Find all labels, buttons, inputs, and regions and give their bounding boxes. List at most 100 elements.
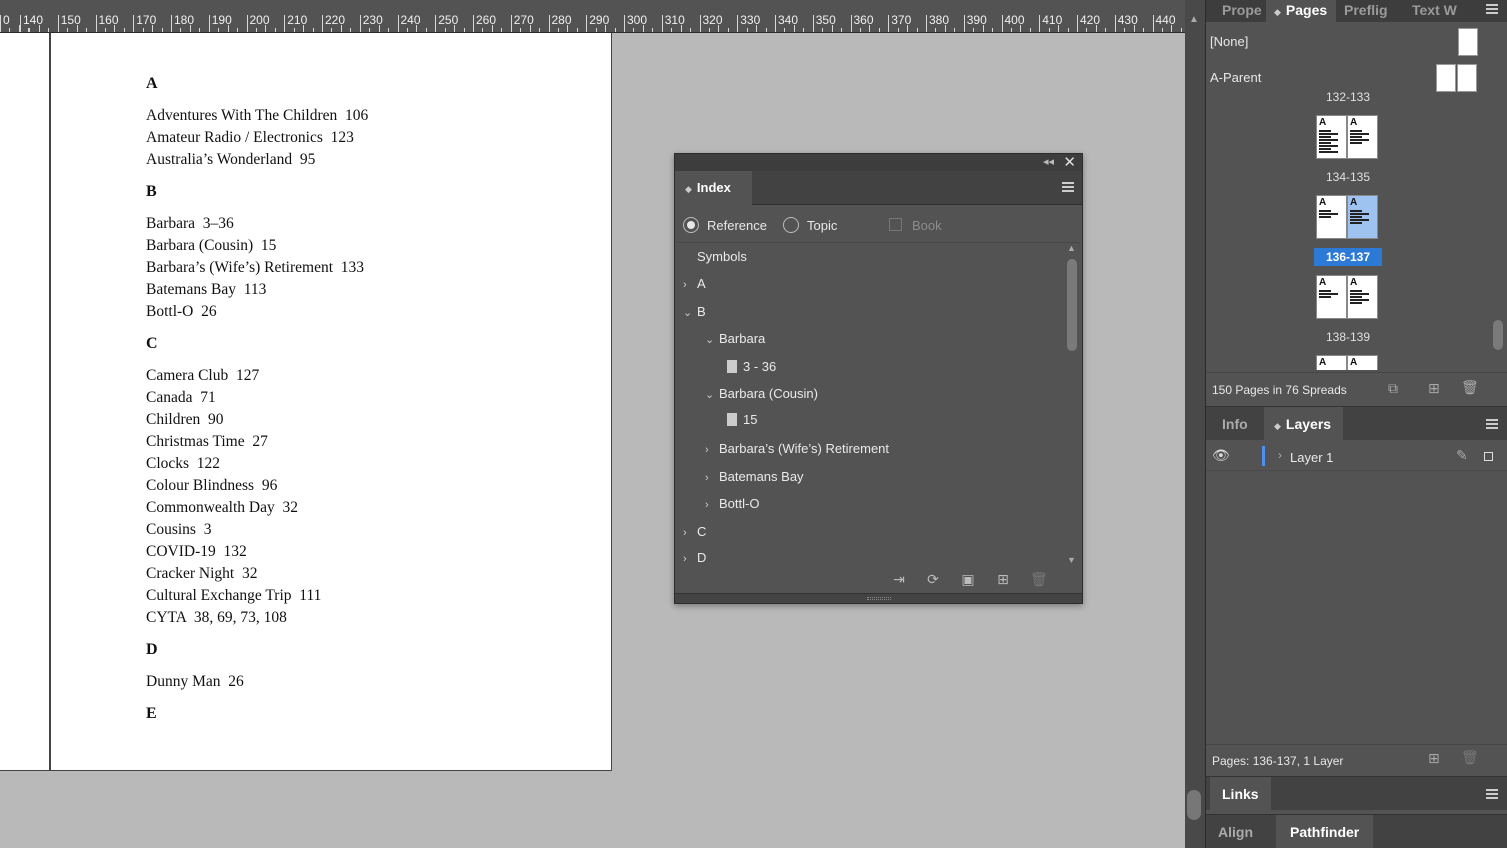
ruler-minor-tick	[1086, 28, 1088, 32]
page-thumbnail[interactable]: A	[1347, 195, 1378, 239]
layer-name[interactable]: Layer 1	[1290, 450, 1333, 465]
index-tree-row[interactable]: › C	[683, 522, 706, 542]
document-page[interactable]: A Adventures With The Children 106 Amateur…	[50, 33, 612, 771]
spread-thumbnail[interactable]: AA	[1316, 115, 1378, 159]
index-tree-row[interactable]: › A	[683, 274, 706, 294]
index-tree-row[interactable]: ⌄ Barbara	[705, 329, 765, 349]
spread-label[interactable]: 134-135	[1314, 168, 1382, 186]
tab-pathfinder[interactable]: Pathfinder	[1276, 815, 1374, 848]
expand-layer-chevron-icon[interactable]: ›	[1278, 448, 1282, 462]
pages-thumbnails-area[interactable]: 132-133 A A 134-135 A A 136-137 A A 138-139 A A	[1206, 92, 1507, 370]
ruler-minor-tick	[973, 28, 975, 32]
page-thumbnail[interactable]: A	[1316, 355, 1347, 370]
page-thumbnail[interactable]: A	[1316, 195, 1347, 239]
index-tree-row[interactable]: › Bottl-O	[705, 494, 759, 514]
chevron-right-icon[interactable]: ›	[705, 440, 719, 460]
spread-thumbnail-partial[interactable]: AA	[1316, 355, 1378, 370]
layers-panel-menu-icon[interactable]	[1486, 419, 1498, 429]
chevron-down-icon[interactable]: ⌄	[683, 303, 697, 323]
index-section-heading: E	[146, 705, 157, 722]
edit-page-size-icon[interactable]: ⧉	[1388, 380, 1398, 397]
ruler-minor-tick	[378, 25, 380, 32]
tab-align[interactable]: Align	[1206, 815, 1265, 848]
topic-radio[interactable]	[783, 217, 799, 233]
spread-label[interactable]: 138-139	[1314, 328, 1382, 346]
spread-label[interactable]: 136-137	[1314, 248, 1382, 266]
selection-square-icon[interactable]	[1484, 452, 1493, 461]
page-thumbnail[interactable]: A	[1347, 275, 1378, 319]
page-thumbnail[interactable]: A	[1347, 355, 1378, 370]
index-tree-row[interactable]: 15	[727, 410, 757, 430]
panel-menu-icon[interactable]	[1062, 182, 1074, 194]
chevron-right-icon[interactable]: ›	[705, 495, 719, 515]
scroll-up-arrow-icon[interactable]: ▲	[1189, 14, 1199, 25]
spread-label[interactable]: 132-133	[1314, 92, 1382, 106]
index-tree-row[interactable]: › Batemans Bay	[705, 467, 804, 487]
tab-pages-label: Pages	[1285, 2, 1328, 18]
index-tree-row[interactable]: › Barbara’s (Wife’s) Retirement	[705, 439, 889, 459]
pages-scroll-thumb[interactable]	[1493, 320, 1503, 350]
reference-radio[interactable]	[683, 217, 699, 233]
tab-index[interactable]: ◆ Index	[675, 171, 752, 205]
panel-title-bar[interactable]: ◂◂ ✕	[675, 154, 1082, 171]
tab-preflight[interactable]: Preflig	[1338, 0, 1402, 22]
index-tree-row[interactable]: ⌄ Barbara (Cousin)	[705, 384, 818, 404]
pen-icon[interactable]: ✎	[1456, 447, 1468, 464]
document-vertical-scrollbar[interactable]: ▲	[1185, 0, 1205, 848]
tab-links[interactable]: Links	[1210, 777, 1271, 811]
go-to-selected-marker-icon[interactable]: ⇥	[891, 571, 907, 587]
index-tree-row[interactable]: ⌄ B	[683, 302, 706, 322]
tab-layers[interactable]: ◆ Layers	[1264, 407, 1344, 441]
index-scroll-thumb[interactable]	[1067, 259, 1077, 351]
pages-panel-menu-icon[interactable]	[1486, 4, 1498, 14]
create-new-index-entry-icon[interactable]: ⊞	[995, 571, 1011, 587]
index-tree-row[interactable]: Symbols	[697, 247, 747, 267]
eye-visibility-icon[interactable]: 👁	[1212, 447, 1230, 464]
chevron-down-icon[interactable]: ⌄	[705, 385, 719, 405]
index-entries-list[interactable]: ▲ ▼ Symbols › A ⌄ B ⌄ Barbara 3 - 36 ⌄ Barbara (C…	[677, 242, 1081, 565]
links-panel-menu-icon[interactable]	[1486, 789, 1498, 799]
generate-index-icon[interactable]: ▣	[960, 571, 976, 587]
reference-radio-label[interactable]: Reference	[707, 218, 767, 233]
ruler-minor-tick	[869, 25, 871, 32]
page-thumbnail[interactable]: A	[1347, 115, 1378, 159]
delete-layer-icon[interactable]: 🗑	[1461, 749, 1479, 766]
chevron-down-icon[interactable]: ⌄	[705, 330, 719, 350]
tab-text-wrap[interactable]: Text W	[1408, 0, 1464, 22]
close-panel-icon[interactable]: ✕	[1063, 153, 1076, 171]
a-parent-row[interactable]: A-Parent	[1206, 62, 1507, 96]
spread-thumbnail[interactable]: AA	[1316, 195, 1378, 239]
index-tree-label: Symbols	[697, 249, 747, 264]
scroll-thumb[interactable]	[1187, 790, 1201, 820]
new-layer-icon[interactable]: ⊞	[1428, 750, 1440, 767]
spread-thumbnail[interactable]: AA	[1316, 275, 1378, 319]
index-list-scrollbar[interactable]: ▲ ▼	[1067, 243, 1077, 565]
tab-pages[interactable]: ◆ Pages	[1266, 0, 1336, 22]
delete-entry-icon[interactable]: 🗑	[1030, 571, 1048, 587]
tab-properties[interactable]: Prope	[1212, 0, 1264, 22]
chevron-right-icon[interactable]: ›	[705, 468, 719, 488]
index-tree-row[interactable]: 3 - 36	[727, 357, 776, 377]
book-checkbox[interactable]	[889, 218, 902, 231]
up-down-icon: ◆	[1274, 421, 1281, 431]
pages-status: 150 Pages in 76 Spreads	[1212, 383, 1347, 397]
panel-resize-grip[interactable]	[675, 593, 1082, 603]
topic-radio-label[interactable]: Topic	[807, 218, 837, 233]
page-thumbnail[interactable]: A	[1316, 275, 1347, 319]
ruler-minor-tick	[765, 28, 767, 32]
update-preview-icon[interactable]: ⟳	[925, 571, 941, 587]
page-thumbnail[interactable]: A	[1316, 115, 1347, 159]
parent-none-label: [None]	[1210, 34, 1249, 49]
delete-page-icon[interactable]: 🗑	[1461, 379, 1479, 396]
scroll-up-icon[interactable]: ▲	[1067, 243, 1076, 253]
layer-row[interactable]: 👁 › Layer 1 ✎	[1206, 443, 1507, 471]
ruler-minor-tick	[1143, 28, 1145, 32]
book-checkbox-label[interactable]: Book	[912, 218, 942, 233]
tab-info[interactable]: Info	[1210, 407, 1260, 441]
parent-none-row[interactable]: [None]	[1206, 26, 1507, 60]
chevron-right-icon[interactable]: ›	[683, 275, 697, 295]
chevron-right-icon[interactable]: ›	[683, 523, 697, 543]
pages-scrollbar[interactable]	[1493, 96, 1503, 368]
new-page-icon[interactable]: ⊞	[1428, 380, 1440, 397]
collapse-panel-icon[interactable]: ◂◂	[1043, 155, 1054, 168]
